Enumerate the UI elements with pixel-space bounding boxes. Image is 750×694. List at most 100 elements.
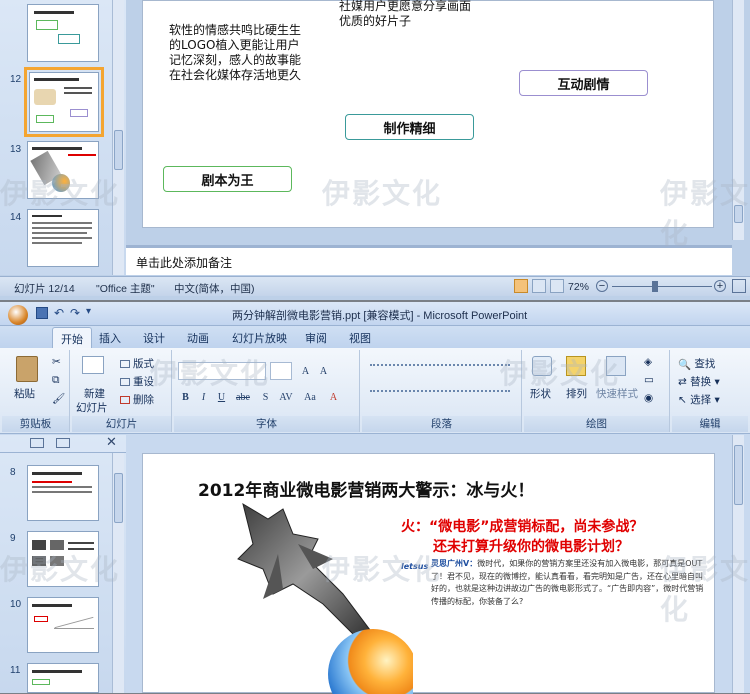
shape-icon[interactable] — [532, 356, 552, 376]
layout-button[interactable]: 版式 — [120, 356, 154, 371]
arrange-button[interactable]: 排列 — [566, 386, 587, 401]
zoom-slider-thumb[interactable] — [652, 281, 658, 292]
status-language[interactable]: 中文(简体，中国) — [174, 281, 255, 296]
replace-button[interactable]: ⇄ 替换 ▾ — [678, 374, 720, 389]
italic-button[interactable]: I — [196, 390, 211, 405]
save-icon[interactable] — [36, 307, 48, 319]
tab-design[interactable]: 设计 — [143, 330, 165, 346]
ribbon: 粘贴 ✂ ⧉ 🖌 剪贴板 新建 幻灯片 版式 重设 删除 幻灯片 A A B I… — [0, 348, 750, 434]
redo-icon[interactable]: ↷ — [70, 306, 80, 320]
slide-canvas[interactable]: 2012年商业微电影营销两大警示：冰与火！ 火：“微电影”成营销标配，尚未参战？… — [142, 453, 715, 694]
tab-view[interactable]: 视图 — [349, 330, 371, 346]
quick-styles-icon[interactable] — [606, 356, 626, 376]
delete-button[interactable]: 删除 — [120, 392, 154, 407]
select-button[interactable]: ↖ 选择 ▾ — [678, 392, 720, 407]
tab-home[interactable]: 开始 — [52, 327, 92, 348]
strikethrough-button[interactable]: abe — [232, 390, 254, 405]
quick-access-menu-icon[interactable]: ▾ — [86, 306, 91, 317]
slide-scrollbar[interactable] — [732, 0, 744, 240]
slide-thumbnail-pane[interactable]: ✕ 8 9 10 11 — [0, 435, 126, 693]
shrink-font-icon[interactable]: A — [316, 364, 331, 379]
group-label: 剪贴板 — [2, 416, 69, 432]
font-size-combo[interactable] — [270, 362, 292, 380]
reset-button[interactable]: 重设 — [120, 374, 154, 389]
slide-thumbnail-selected[interactable] — [24, 67, 104, 137]
change-case-button[interactable]: Aa — [300, 390, 320, 405]
status-zoom[interactable]: 72% — [568, 281, 589, 293]
shadow-button[interactable]: S — [258, 390, 273, 405]
slide-thumbnail[interactable] — [27, 663, 99, 693]
bold-button[interactable]: B — [178, 390, 193, 405]
slide-thumbnail[interactable] — [27, 531, 99, 587]
tab-animation[interactable]: 动画 — [187, 330, 209, 346]
status-theme[interactable]: "Office 主题" — [96, 281, 155, 296]
reset-icon — [120, 378, 130, 386]
tab-insert[interactable]: 插入 — [99, 330, 121, 346]
char-spacing-button[interactable]: AV — [276, 390, 296, 405]
red-heading-1: 火：“微电影”成营销标配，尚未参战？ — [401, 519, 644, 535]
tab-slideshow[interactable]: 幻灯片放映 — [232, 330, 287, 346]
quick-styles-button[interactable]: 快速样式 — [596, 386, 638, 401]
slideshow-icon[interactable] — [550, 279, 564, 293]
slide-thumbnail[interactable] — [27, 209, 99, 267]
underline-button[interactable]: U — [214, 390, 229, 405]
new-slide-button-line1[interactable]: 新建 — [84, 386, 105, 401]
thumbnail-scrollbar[interactable] — [112, 453, 124, 693]
font-name-combo[interactable] — [178, 362, 266, 380]
zoom-in-icon[interactable]: + — [714, 280, 726, 292]
list-buttons[interactable] — [370, 364, 510, 378]
slides-tab-icon[interactable] — [30, 438, 44, 448]
grow-font-icon[interactable]: A — [298, 364, 313, 379]
red-heading-2: 还未打算升级你的微电影计划？ — [433, 539, 629, 555]
top-powerpoint-window: 12 13 14 软性的情感共鸣比硬生生的LOGO植入更能让用户记忆深刻，感人的… — [0, 0, 750, 300]
notes-placeholder[interactable]: 单击此处添加备注 — [136, 254, 232, 271]
status-bar: 幻灯片 12/14 "Office 主题" 中文(简体，中国) 72% − + — [0, 276, 750, 296]
close-pane-icon[interactable]: ✕ — [106, 435, 117, 450]
notes-pane[interactable]: 单击此处添加备注 — [126, 245, 732, 275]
normal-view-icon[interactable] — [514, 279, 528, 293]
box-script-is-king[interactable]: 剧本为王 — [163, 166, 292, 192]
zoom-out-icon[interactable]: − — [596, 280, 608, 292]
fit-window-icon[interactable] — [732, 279, 746, 293]
cut-icon[interactable]: ✂ — [52, 356, 61, 368]
outline-tab-icon[interactable] — [56, 438, 70, 448]
slide-thumbnail[interactable] — [27, 4, 99, 62]
arrange-icon[interactable] — [566, 356, 586, 376]
body-lead: 灵思广州V： — [431, 559, 478, 568]
font-color-button[interactable]: A — [326, 390, 341, 405]
group-drawing: 形状 排列 快速样式 ◈ ▭ ◉ 绘图 — [524, 350, 670, 432]
shape-button[interactable]: 形状 — [530, 386, 551, 401]
slide-thumbnail[interactable] — [27, 141, 99, 199]
slide-text-left: 软性的情感共鸣比硬生生的LOGO植入更能让用户记忆深刻，感人的故事能在社会化媒体… — [169, 23, 302, 82]
thumbnail-scrollbar[interactable] — [112, 0, 124, 275]
align-buttons[interactable] — [370, 390, 510, 404]
office-button-icon[interactable] — [8, 305, 28, 325]
effects-icon[interactable]: ◉ — [644, 392, 653, 404]
paste-button[interactable]: 粘贴 — [14, 386, 35, 401]
box-fine-production[interactable]: 制作精细 — [345, 114, 474, 140]
thumbnail-number: 11 — [10, 665, 21, 676]
slide-sorter-icon[interactable] — [532, 279, 546, 293]
fill-icon[interactable]: ◈ — [644, 356, 652, 368]
slide-thumbnail[interactable] — [27, 465, 99, 521]
undo-icon[interactable]: ↶ — [54, 306, 64, 320]
outline-icon[interactable]: ▭ — [644, 374, 654, 386]
group-label: 编辑 — [672, 416, 748, 432]
slide-thumbnail[interactable] — [27, 597, 99, 653]
format-painter-icon[interactable]: 🖌 — [52, 392, 65, 405]
group-label: 字体 — [174, 416, 359, 432]
new-slide-button-line2[interactable]: 幻灯片 — [76, 400, 108, 415]
slide-thumbnail-pane[interactable]: 12 13 14 — [0, 0, 126, 275]
slide-canvas[interactable]: 软性的情感共鸣比硬生生的LOGO植入更能让用户记忆深刻，感人的故事能在社会化媒体… — [142, 0, 714, 228]
paste-icon[interactable] — [16, 356, 38, 382]
find-button[interactable]: 🔍 查找 — [678, 356, 715, 371]
zoom-slider[interactable] — [612, 286, 712, 287]
new-slide-icon[interactable] — [82, 356, 104, 374]
group-slides: 新建 幻灯片 版式 重设 删除 幻灯片 — [72, 350, 172, 432]
box-interactive-plot[interactable]: 互动剧情 — [519, 70, 648, 96]
group-label: 绘图 — [524, 416, 669, 432]
tab-review[interactable]: 审阅 — [305, 330, 327, 346]
slide-scrollbar[interactable] — [732, 435, 744, 693]
group-label: 段落 — [362, 416, 521, 432]
copy-icon[interactable]: ⧉ — [52, 374, 60, 387]
